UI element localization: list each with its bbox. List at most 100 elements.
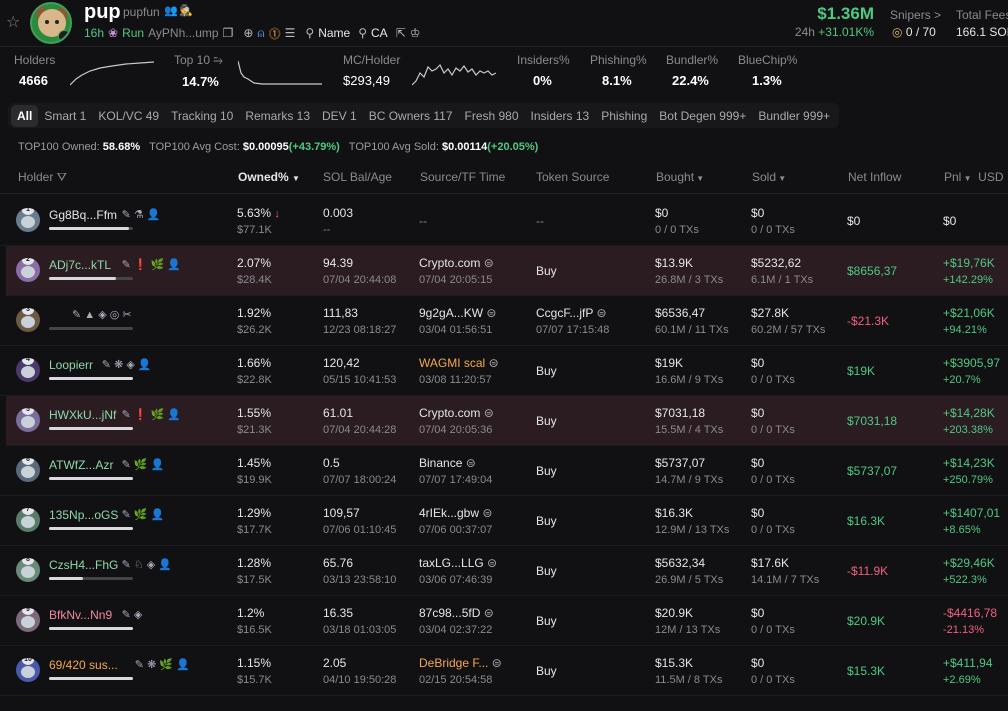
holder-tag-icons[interactable]: ✎ ♘ ◈ 👤: [122, 558, 172, 571]
owned-pct: 1.66%: [237, 356, 272, 370]
crown-icon[interactable]: ♔: [410, 26, 421, 40]
funding-time: 03/04 02:37:22: [419, 624, 493, 636]
holder-tag-icons[interactable]: ✎ ▲ ◈ ◎ ✂: [72, 308, 132, 321]
col-sol-bal[interactable]: SOL Bal/Age: [323, 170, 392, 184]
col-net-inflow[interactable]: Net Inflow: [848, 170, 901, 184]
globe-icon[interactable]: ⊕: [243, 26, 253, 40]
table-row[interactable]: 3​✎ ▲ ◈ ◎ ✂1.92% $26.2K111,8312/23 08:18…: [0, 296, 1008, 346]
holder-address[interactable]: HWXkU...jNf: [49, 408, 116, 422]
table-row[interactable]: 4 Loopierr ✎ ❋ ◈ 👤 1.66% $22.8K 120,42 05/15 …: [0, 346, 1008, 396]
tab-bc-owners[interactable]: BC Owners 117: [363, 105, 459, 127]
tab-smart[interactable]: Smart 1: [38, 105, 92, 127]
funding-source[interactable]: 87c98...5fD ⊜: [419, 606, 494, 620]
external-link-icon[interactable]: ⇱: [396, 26, 406, 40]
funding-source[interactable]: Crypto.com ⊜: [419, 406, 494, 420]
sort-icon: ▼: [694, 174, 705, 183]
buy-label: Buy: [536, 464, 557, 478]
warning-icon[interactable]: ⓵: [269, 25, 281, 42]
holder-tag-icons[interactable]: ✎ 🌿 👤: [122, 458, 165, 471]
token-source[interactable]: --: [536, 214, 544, 228]
token-source[interactable]: CcgcF...jfP ⊜: [536, 306, 607, 320]
col-bought[interactable]: Bought ▼: [656, 170, 704, 184]
menu-icon[interactable]: ☰: [285, 26, 296, 40]
col-owned[interactable]: Owned% ▼: [238, 170, 300, 184]
holder-address[interactable]: CzsH4...FhG: [49, 558, 118, 572]
holder-address[interactable]: ATWfZ...Azr: [49, 458, 113, 472]
search-name-icon[interactable]: ⚲: [305, 26, 314, 40]
net-inflow: $0: [847, 214, 861, 228]
tab-fresh[interactable]: Fresh 980: [459, 105, 525, 127]
col-pnl[interactable]: Pnl ▼ USD: [944, 170, 1004, 184]
table-row[interactable]: 1 Gg8Bq...Ffm ✎ ⚗ 👤 5.63% ↓ $77.1K 0.003 -- -- -…: [0, 196, 1008, 246]
holder-address[interactable]: BfkNv...Nn9: [49, 608, 112, 622]
holder-address[interactable]: ADj7c...kTL: [49, 258, 111, 272]
tab-remarks[interactable]: Remarks 13: [239, 105, 316, 127]
fees-value: 166.1 SOL: [956, 25, 1008, 39]
holder-tag-icons[interactable]: ✎ ❗ 🌿 👤: [122, 258, 181, 271]
top100-avg-sold: $0.00114: [441, 141, 488, 153]
pnl-usd: +$14,28K: [943, 406, 995, 420]
table-row[interactable]: 2 ADj7c...kTL ✎ ❗ 🌿 👤 2.07% $28.4K 94.39 07/0…: [6, 246, 1008, 296]
tab-phishing[interactable]: Phishing: [595, 105, 653, 127]
search-ca-icon[interactable]: ⚲: [358, 26, 367, 40]
tab-kol-vc[interactable]: KOL/VC 49: [92, 105, 165, 127]
funding-source[interactable]: Crypto.com ⊜: [419, 256, 494, 270]
tab-insiders[interactable]: Insiders 13: [525, 105, 596, 127]
tab-bundler[interactable]: Bundler 999+: [752, 105, 836, 127]
funding-source[interactable]: 9g2gA...KW ⊜: [419, 306, 496, 320]
tab-tracking[interactable]: Tracking 10: [165, 105, 239, 127]
holder-tag-icons[interactable]: ✎ ◈: [122, 608, 143, 621]
search-ca-label[interactable]: CA: [371, 26, 388, 40]
table-row[interactable]: 6 ATWfZ...Azr ✎ 🌿 👤 1.45% $19.9K 0.5 07/07 18…: [0, 446, 1008, 496]
top10-menu-icon[interactable]: ⥲: [213, 53, 223, 67]
holder-address[interactable]: 69/420 sus...: [49, 658, 118, 672]
source-icon: ⊜: [465, 456, 476, 470]
table-row[interactable]: 10 69/420 sus... ✎ ❋ 🌿 👤 1.15% $15.7K 2.05 04…: [0, 646, 1008, 696]
table-row[interactable]: 7 135Np...oGS ✎ 🌿 👤 1.29% $17.7K 109,57 07/06…: [0, 496, 1008, 546]
sold-txs: 0 / 0 TXs: [751, 674, 795, 686]
tab-bot-degen[interactable]: Bot Degen 999+: [653, 105, 752, 127]
snipers-label[interactable]: Snipers >: [890, 8, 941, 22]
bought-usd: $15.3K: [655, 656, 694, 670]
funding-source[interactable]: 4rIEk...gbw ⊜: [419, 506, 492, 520]
holder-address[interactable]: Loopierr: [49, 358, 93, 372]
holder-tag-icons[interactable]: ✎ ❋ 🌿 👤: [135, 658, 190, 671]
holder-tag-icons[interactable]: ✎ ❋ ◈ 👤: [102, 358, 152, 371]
table-row[interactable]: 8 CzsH4...FhG ✎ ♘ ◈ 👤 1.28% $17.5K 65.76 03/1…: [0, 546, 1008, 596]
owned-pct: 1.29%: [237, 506, 272, 520]
funding-source[interactable]: Binance ⊜: [419, 456, 476, 470]
holder-avatar: 6: [16, 458, 40, 482]
contract-address[interactable]: AyPNh...ump: [148, 26, 218, 40]
funding-source[interactable]: --: [419, 214, 427, 228]
bought-usd: $0: [655, 206, 669, 220]
holder-tag-icons[interactable]: ✎ ❗ 🌿 👤: [122, 408, 181, 421]
col-sold[interactable]: Sold ▼: [752, 170, 786, 184]
funding-source[interactable]: taxLG...LLG ⊜: [419, 556, 497, 570]
sol-balance: 65.76: [323, 556, 354, 570]
col-holder[interactable]: Holder ⛛: [18, 170, 67, 185]
sol-balance: 94.39: [323, 256, 354, 270]
favorite-star-icon[interactable]: ☆: [6, 12, 20, 32]
price-change: 24h +31.01K%: [795, 25, 874, 39]
tab-all[interactable]: All: [11, 104, 39, 127]
col-token-source[interactable]: Token Source: [536, 170, 609, 184]
user-icon[interactable]: ⍝: [257, 26, 264, 41]
table-row[interactable]: 5 HWXkU...jNf ✎ ❗ 🌿 👤 1.55% $21.3K 61.01 07/0…: [6, 396, 1008, 446]
wallet-age: 12/23 08:18:27: [323, 324, 397, 336]
col-source[interactable]: Source/TF Time: [420, 170, 505, 184]
table-row[interactable]: 9 BfkNv...Nn9 ✎ ◈ 1.2% $16.5K 16.35 03/18 01:…: [0, 596, 1008, 646]
bought-txs: 26.9M / 5 TXs: [655, 574, 724, 586]
holder-tag-icons[interactable]: ✎ 🌿 👤: [122, 508, 165, 521]
source-icon: ⊜: [483, 406, 494, 420]
net-inflow: $7031,18: [847, 414, 898, 428]
bought-usd: $20.9K: [655, 606, 694, 620]
holder-tag-icons[interactable]: ✎ ⚗ 👤: [122, 208, 161, 221]
holder-address[interactable]: Gg8Bq...Ffm: [49, 208, 117, 222]
copy-icon[interactable]: ❐: [223, 26, 234, 40]
tab-dev[interactable]: DEV 1: [316, 105, 363, 127]
search-name-label[interactable]: Name: [318, 26, 350, 40]
filter-icon[interactable]: ⛛: [57, 170, 67, 184]
funding-source[interactable]: DeBridge F... ⊜: [419, 656, 502, 670]
holder-address[interactable]: 135Np...oGS: [49, 508, 118, 522]
funding-source[interactable]: WAGMI scal ⊜: [419, 356, 499, 370]
